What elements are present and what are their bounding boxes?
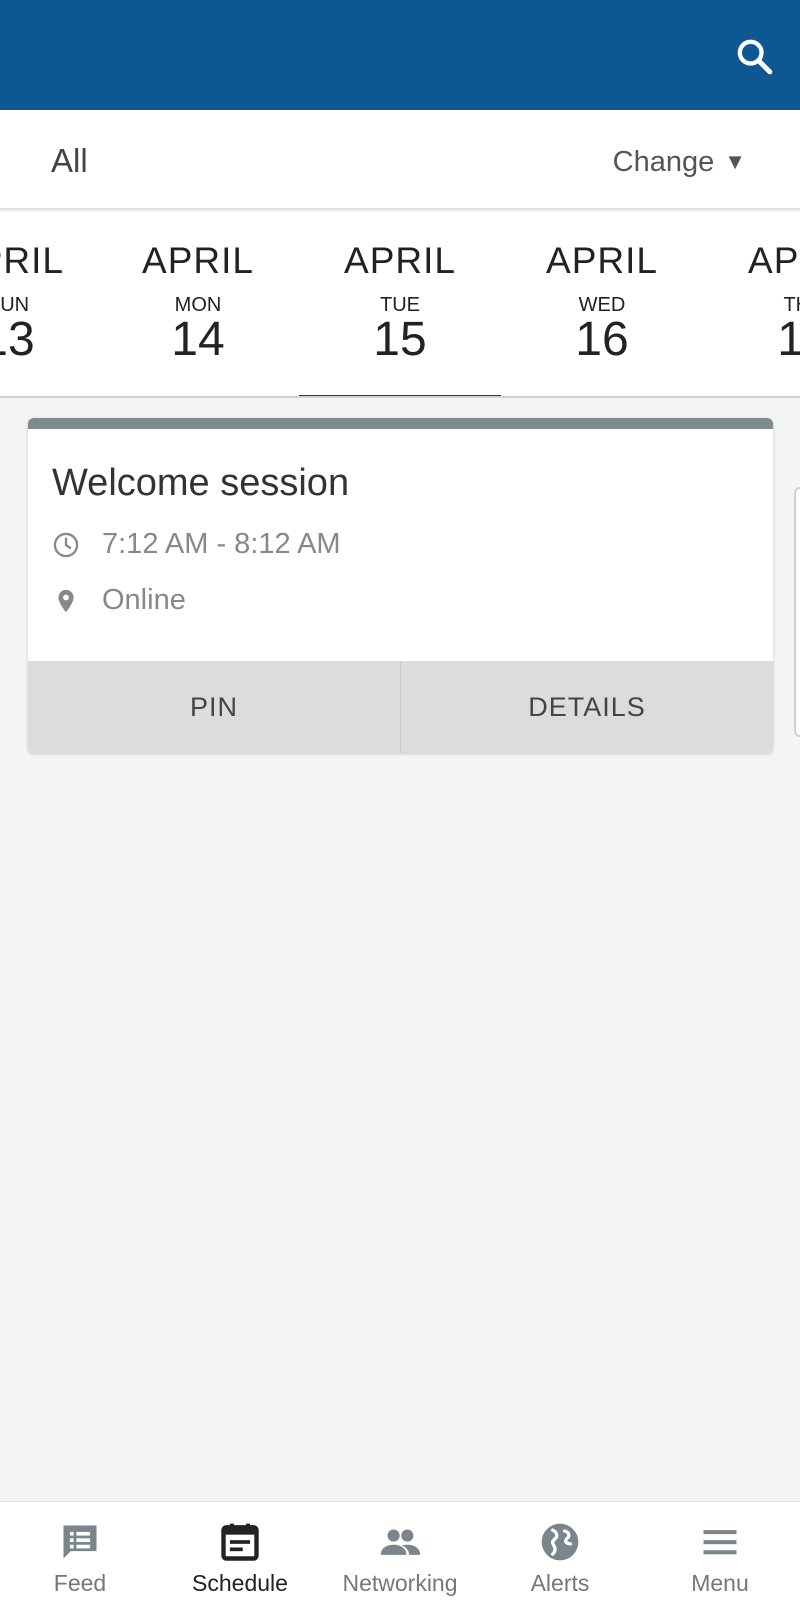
date-month: APRIL	[344, 240, 456, 281]
session-accent-bar	[28, 418, 773, 429]
date-tab-13[interactable]: APRIL SUN 13	[0, 212, 109, 396]
session-title: Welcome session	[52, 462, 350, 504]
details-button[interactable]: DETAILS	[400, 661, 773, 753]
search-icon	[737, 39, 773, 75]
nav-networking[interactable]: Networking	[320, 1502, 480, 1609]
dropdown-arrow-icon: ▼	[724, 149, 746, 174]
session-time-row: 7:12 AM - 8:12 AM	[52, 528, 341, 561]
date-day: 17	[703, 312, 800, 367]
change-filter-button[interactable]: Change ▼	[613, 146, 746, 179]
pin-button[interactable]: PIN	[28, 661, 400, 753]
nav-alerts-label: Alerts	[530, 1570, 590, 1596]
date-month: APRIL	[142, 240, 254, 281]
date-month: APRIL	[748, 240, 800, 281]
session-location-row: Online	[52, 584, 186, 617]
date-day: 16	[575, 313, 629, 366]
date-day: 14	[171, 313, 225, 366]
menu-icon	[703, 1530, 737, 1555]
date-month: APRIL	[0, 240, 64, 281]
date-tab-16[interactable]: APRIL WED 16	[501, 212, 703, 396]
nav-menu-label: Menu	[691, 1570, 749, 1596]
alerts-icon	[541, 1523, 579, 1561]
date-tab-17[interactable]: APRIL THU 17	[703, 212, 800, 396]
date-tab-15[interactable]: APRIL TUE 15	[299, 212, 501, 396]
date-day: 15	[373, 313, 427, 366]
nav-feed[interactable]: Feed	[0, 1502, 160, 1609]
feed-icon	[63, 1525, 97, 1559]
date-tab-14[interactable]: APRIL MON 14	[97, 212, 299, 396]
networking-icon	[380, 1529, 421, 1555]
bottom-navigation: Feed Schedule Networking Alerts Menu	[0, 1501, 800, 1609]
search-button[interactable]	[734, 36, 774, 76]
nav-alerts[interactable]: Alerts	[480, 1502, 640, 1609]
clock-icon	[53, 532, 79, 557]
app-header	[0, 0, 800, 110]
location-pin-icon	[58, 589, 74, 612]
date-month: APRIL	[546, 240, 658, 281]
session-time: 7:12 AM - 8:12 AM	[102, 528, 341, 560]
session-actions: PIN DETAILS	[28, 661, 773, 753]
date-selector: APRIL SUN 13 APRIL MON 14 APRIL TUE 15 A…	[0, 212, 800, 398]
next-session-card-edge[interactable]	[794, 487, 800, 737]
nav-schedule-label: Schedule	[192, 1570, 288, 1596]
filter-label: All	[51, 142, 88, 179]
session-location: Online	[102, 584, 186, 616]
date-day: 13	[0, 313, 35, 366]
nav-menu[interactable]: Menu	[640, 1502, 800, 1609]
change-filter-label: Change	[612, 146, 715, 178]
filter-bar: All Change ▼	[0, 110, 800, 210]
session-card[interactable]: Welcome session 7:12 AM - 8:12 AM Online…	[28, 418, 773, 753]
schedule-icon	[221, 1523, 259, 1561]
nav-feed-label: Feed	[53, 1570, 107, 1596]
nav-schedule[interactable]: Schedule	[160, 1502, 320, 1609]
nav-networking-label: Networking	[342, 1570, 458, 1596]
